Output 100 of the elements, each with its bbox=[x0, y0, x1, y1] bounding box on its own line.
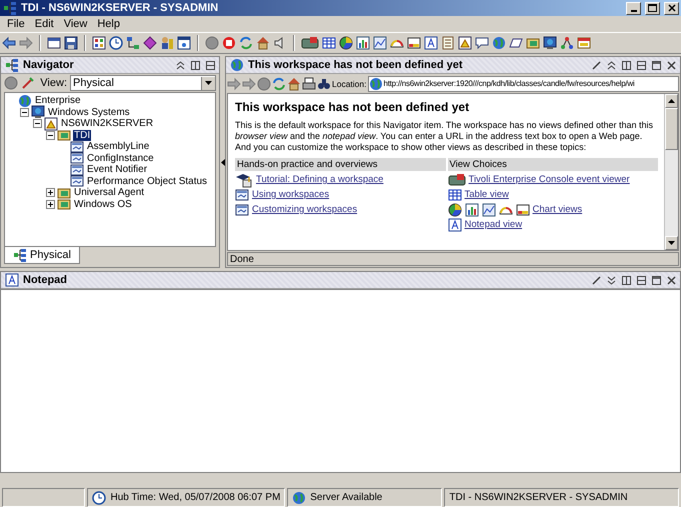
parallelogram-icon[interactable] bbox=[509, 36, 523, 50]
bar-chart-icon[interactable] bbox=[356, 36, 370, 50]
pencil-icon[interactable] bbox=[21, 76, 35, 90]
back-arrow-icon[interactable] bbox=[2, 36, 16, 50]
tree-item[interactable]: Performance Object Status bbox=[86, 176, 208, 187]
globe-icon bbox=[368, 76, 382, 90]
close-button[interactable] bbox=[664, 2, 679, 14]
close-icon[interactable] bbox=[667, 276, 676, 284]
split-vertical-icon[interactable] bbox=[191, 60, 200, 70]
tree-item[interactable]: NS6WIN2KSERVER bbox=[60, 118, 154, 130]
menu-item[interactable]: File bbox=[2, 18, 30, 30]
menu-item[interactable]: View bbox=[58, 18, 92, 30]
printer-icon[interactable] bbox=[302, 76, 316, 90]
view-dropdown[interactable]: Physical bbox=[70, 75, 216, 91]
event-console-icon[interactable] bbox=[301, 36, 319, 50]
table-icon[interactable] bbox=[322, 36, 336, 50]
refresh-icon[interactable] bbox=[239, 36, 253, 50]
navigator-tree-icon bbox=[5, 58, 19, 72]
browser-status: Done bbox=[227, 252, 679, 266]
split-horizontal-icon[interactable] bbox=[637, 276, 646, 284]
help-link[interactable]: Using workspaces bbox=[252, 189, 330, 200]
tree-item[interactable]: Windows Systems bbox=[47, 106, 131, 118]
workspace-icon bbox=[235, 188, 249, 202]
tree-item[interactable]: Enterprise bbox=[34, 95, 82, 106]
maximize-button[interactable] bbox=[645, 2, 660, 14]
help-link[interactable]: Tutorial: Defining a workspace bbox=[256, 174, 384, 185]
tree-item[interactable]: TDI bbox=[73, 130, 92, 141]
status-text: Server Available bbox=[310, 492, 382, 503]
home-icon[interactable] bbox=[287, 76, 301, 90]
tree-item[interactable]: Universal Agent bbox=[73, 187, 146, 198]
help-window-icon[interactable] bbox=[177, 36, 191, 50]
notepad-icon bbox=[5, 273, 19, 287]
move-up-icon[interactable] bbox=[607, 60, 616, 70]
line-chart-icon[interactable] bbox=[373, 36, 387, 50]
home-icon[interactable] bbox=[256, 36, 270, 50]
collapse-arrow-icon[interactable] bbox=[220, 158, 224, 166]
disc-icon[interactable] bbox=[4, 76, 18, 90]
view-tab[interactable]: Physical bbox=[4, 247, 80, 264]
bar-meter-icon[interactable] bbox=[407, 36, 421, 50]
menu-item[interactable]: Edit bbox=[30, 18, 59, 30]
calendar-icon[interactable] bbox=[577, 36, 591, 50]
split-horizontal-icon[interactable] bbox=[206, 60, 215, 70]
help-link[interactable]: Notepad view bbox=[464, 219, 522, 230]
close-icon[interactable] bbox=[667, 60, 676, 70]
clock-icon[interactable] bbox=[109, 36, 123, 50]
forward-arrow-icon[interactable] bbox=[19, 36, 33, 50]
speech-balloon-icon[interactable] bbox=[475, 36, 489, 50]
status-text: Hub Time: Wed, 05/07/2008 06:07 PM bbox=[110, 492, 280, 503]
minimize-button[interactable] bbox=[626, 2, 641, 14]
binoculars-icon[interactable] bbox=[317, 76, 331, 90]
tree-item[interactable]: AssemblyLine bbox=[86, 141, 150, 152]
collapse-toggle[interactable] bbox=[20, 108, 29, 117]
folder-icon bbox=[57, 186, 71, 200]
expand-toggle[interactable] bbox=[46, 188, 55, 198]
dropdown-arrow-icon bbox=[205, 81, 212, 85]
network-nodes-icon[interactable] bbox=[560, 36, 574, 50]
help-link[interactable]: Customizing workspaces bbox=[252, 204, 358, 215]
stop-icon[interactable] bbox=[222, 36, 236, 50]
move-down-icon[interactable] bbox=[607, 276, 616, 284]
window-icon[interactable] bbox=[47, 36, 61, 50]
help-link[interactable]: Tivoli Enterprise Console event viewer bbox=[468, 174, 630, 185]
tree-item[interactable]: Windows OS bbox=[73, 198, 133, 210]
scroll-up-arrow-icon[interactable] bbox=[668, 99, 675, 103]
navigator-tree-icon bbox=[3, 1, 17, 15]
menu-item[interactable]: Help bbox=[92, 18, 125, 30]
split-vertical-icon[interactable] bbox=[622, 276, 631, 284]
alert-window-icon[interactable] bbox=[458, 36, 472, 50]
scroll-down-arrow-icon[interactable] bbox=[668, 241, 675, 245]
refresh-icon[interactable] bbox=[272, 76, 286, 90]
folder-icon[interactable] bbox=[526, 36, 540, 50]
split-vertical-icon[interactable] bbox=[622, 60, 631, 70]
workspace-icon bbox=[235, 202, 249, 216]
pie-chart-icon[interactable] bbox=[339, 36, 353, 50]
tree-item[interactable]: Event Notifier bbox=[86, 164, 148, 176]
tree-item[interactable]: ConfigInstance bbox=[86, 152, 155, 164]
url-field[interactable]: http://ns6win2kserver:1920///cnp/kdh/lib/classes/candle/fw/resources/help/wi bbox=[368, 76, 679, 92]
notepad-icon[interactable] bbox=[424, 36, 438, 50]
expand-toggle[interactable] bbox=[46, 200, 55, 209]
maximize-icon[interactable] bbox=[652, 276, 661, 284]
pencil-icon[interactable] bbox=[592, 60, 601, 70]
move-up-icon[interactable] bbox=[176, 60, 185, 70]
person-icon[interactable] bbox=[160, 36, 174, 50]
scrollbar[interactable] bbox=[664, 94, 678, 250]
help-link[interactable]: Chart views bbox=[532, 204, 582, 215]
collapse-toggle[interactable] bbox=[33, 119, 42, 128]
hierarchy-icon[interactable] bbox=[126, 36, 140, 50]
help-link[interactable]: Table view bbox=[464, 189, 509, 200]
split-horizontal-icon[interactable] bbox=[637, 60, 646, 70]
diamond-icon[interactable] bbox=[143, 36, 157, 50]
collapse-toggle[interactable] bbox=[46, 130, 55, 140]
globe-icon bbox=[292, 490, 306, 504]
forward-arrow-icon[interactable] bbox=[242, 76, 256, 90]
document-icon[interactable] bbox=[441, 36, 455, 50]
disc-icon[interactable] bbox=[205, 36, 219, 50]
maximize-icon[interactable] bbox=[652, 60, 661, 70]
monitor-icon[interactable] bbox=[543, 36, 557, 50]
grid-icon[interactable] bbox=[92, 36, 106, 50]
disc-icon[interactable] bbox=[257, 76, 271, 90]
pencil-icon[interactable] bbox=[592, 276, 601, 284]
forward-arrow-icon[interactable] bbox=[227, 76, 241, 90]
